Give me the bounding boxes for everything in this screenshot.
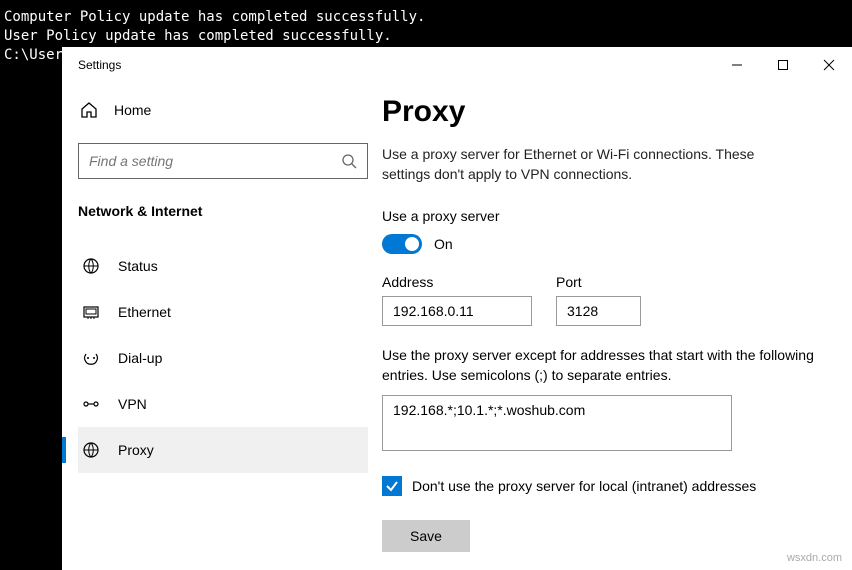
ethernet-icon xyxy=(82,303,100,321)
maximize-icon xyxy=(777,59,789,71)
home-button[interactable]: Home xyxy=(78,97,368,123)
maximize-button[interactable] xyxy=(760,47,806,83)
local-bypass-label: Don't use the proxy server for local (in… xyxy=(412,478,756,494)
sidebar-item-status[interactable]: Status xyxy=(78,243,368,289)
save-button[interactable]: Save xyxy=(382,520,470,552)
sidebar-item-ethernet[interactable]: Ethernet xyxy=(78,289,368,335)
home-icon xyxy=(80,101,98,119)
use-proxy-toggle[interactable] xyxy=(382,234,422,254)
proxy-icon xyxy=(82,441,100,459)
exception-description: Use the proxy server except for addresse… xyxy=(382,346,822,385)
search-box[interactable] xyxy=(78,143,368,179)
sidebar-item-label: Proxy xyxy=(118,442,154,458)
use-proxy-label: Use a proxy server xyxy=(382,208,822,224)
watermark: wsxdn.com xyxy=(787,552,842,564)
address-label: Address xyxy=(382,274,532,290)
close-icon xyxy=(823,59,835,71)
sidebar-item-label: Dial-up xyxy=(118,350,162,366)
sidebar: Home Network & Internet Status xyxy=(62,83,382,570)
minimize-button[interactable] xyxy=(714,47,760,83)
sidebar-item-proxy[interactable]: Proxy xyxy=(78,427,368,473)
category-heading: Network & Internet xyxy=(78,203,368,219)
port-label: Port xyxy=(556,274,641,290)
vpn-icon xyxy=(82,395,100,413)
page-description: Use a proxy server for Ethernet or Wi-Fi… xyxy=(382,145,802,184)
window-title: Settings xyxy=(78,58,121,72)
search-icon xyxy=(341,153,357,169)
title-bar: Settings xyxy=(62,47,852,83)
sidebar-item-dialup[interactable]: Dial-up xyxy=(78,335,368,381)
sidebar-item-label: VPN xyxy=(118,396,147,412)
settings-window: Settings Home xyxy=(62,47,852,570)
nav: Status Ethernet Dial-up xyxy=(78,243,368,473)
check-icon xyxy=(385,479,399,493)
sidebar-item-label: Ethernet xyxy=(118,304,171,320)
content-pane: Proxy Use a proxy server for Ethernet or… xyxy=(382,83,852,570)
page-title: Proxy xyxy=(382,95,822,129)
address-input[interactable] xyxy=(382,296,532,326)
port-input[interactable] xyxy=(556,296,641,326)
sidebar-item-vpn[interactable]: VPN xyxy=(78,381,368,427)
dialup-icon xyxy=(82,349,100,367)
sidebar-item-label: Status xyxy=(118,258,158,274)
close-button[interactable] xyxy=(806,47,852,83)
console-line: Computer Policy update has completed suc… xyxy=(4,8,848,27)
minimize-icon xyxy=(731,59,743,71)
exception-input[interactable] xyxy=(382,395,732,451)
home-label: Home xyxy=(114,102,151,118)
console-line: User Policy update has completed success… xyxy=(4,27,848,46)
search-input[interactable] xyxy=(89,153,341,169)
toggle-state-label: On xyxy=(434,236,453,252)
local-bypass-checkbox[interactable] xyxy=(382,476,402,496)
status-icon xyxy=(82,257,100,275)
